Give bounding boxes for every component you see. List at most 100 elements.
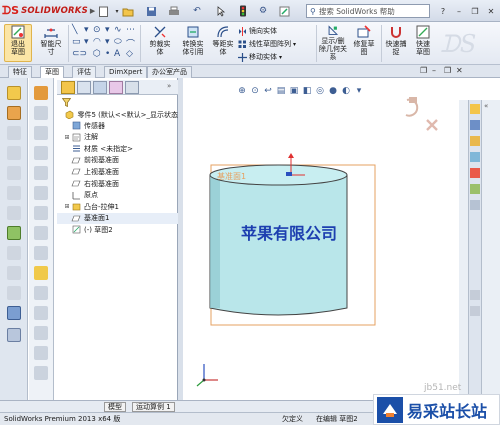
rib-icon[interactable] — [7, 226, 21, 240]
arc-icon[interactable] — [34, 146, 48, 160]
resources-icon[interactable] — [470, 104, 480, 114]
sketch-icon[interactable] — [34, 86, 48, 100]
tab-model[interactable]: 模型 — [104, 402, 126, 412]
dimxpert-tab-icon[interactable] — [109, 81, 123, 94]
polygon-tool-icon[interactable]: ⬡ — [93, 49, 101, 59]
mirror-entities-button[interactable]: 镜向实体 — [238, 26, 277, 36]
trim-icon[interactable] — [34, 286, 48, 300]
tree-item[interactable]: 上视基准面 — [57, 166, 178, 177]
shell-icon[interactable] — [7, 246, 21, 260]
convert-entities-button[interactable]: 转换实体引用 — [177, 25, 209, 61]
forum-icon[interactable] — [470, 200, 480, 210]
rectangle-tool-icon[interactable]: ▭ — [72, 37, 81, 47]
close-button[interactable]: ✕ — [484, 4, 498, 18]
spline-icon[interactable] — [34, 166, 48, 180]
arc-tool-icon[interactable]: ◠ — [93, 37, 101, 47]
tree-item[interactable]: (-) 草图2 — [57, 224, 178, 235]
design-library-icon[interactable] — [470, 120, 480, 130]
move-entities-button[interactable]: 移动实体 ▾ — [238, 52, 282, 62]
display-manager-tab-icon[interactable] — [125, 81, 139, 94]
view-palette-icon[interactable] — [470, 152, 480, 162]
tab-dimxpert[interactable]: DimXpert — [104, 66, 148, 78]
options-gear-icon[interactable]: ⚙ — [256, 4, 270, 18]
rectangle-icon[interactable] — [34, 186, 48, 200]
select-arrow-icon[interactable] — [214, 4, 228, 18]
scroll-up-icon[interactable] — [470, 290, 480, 300]
hole-icon[interactable] — [7, 286, 21, 300]
tree-item[interactable]: 传感器 — [57, 120, 178, 131]
line-tool-icon[interactable]: ╲ — [72, 25, 77, 35]
slot-tool-icon[interactable]: ⊂⊃ — [72, 49, 87, 59]
draft-icon[interactable] — [7, 266, 21, 280]
loft-icon[interactable] — [7, 146, 21, 160]
centerline-icon[interactable] — [34, 226, 48, 240]
point-tool-icon[interactable]: • — [105, 49, 110, 59]
smart-dimension-button[interactable]: 智能尺寸 — [36, 25, 66, 61]
mirror-feature-icon[interactable] — [7, 328, 21, 342]
sweep-icon[interactable] — [7, 126, 21, 140]
feature-tree-tab-icon[interactable] — [61, 81, 75, 94]
traffic-light-icon[interactable] — [236, 4, 250, 18]
tree-item[interactable]: ⊞ 注解 — [57, 132, 178, 143]
help-search-input[interactable]: ⚲ 搜索 SolidWorks 帮助 — [306, 4, 430, 18]
save-icon[interactable] — [144, 4, 158, 18]
rebuild-icon[interactable] — [277, 4, 291, 18]
text-icon[interactable] — [34, 266, 48, 280]
cut-icon[interactable] — [7, 166, 21, 180]
open-icon[interactable] — [121, 4, 135, 18]
custom-properties-icon[interactable] — [470, 184, 480, 194]
filter-row[interactable] — [57, 96, 178, 108]
tree-item[interactable]: 原点 — [57, 190, 178, 201]
expand-plus-icon[interactable]: ⊞ — [63, 203, 71, 210]
chamfer-icon[interactable] — [7, 206, 21, 220]
tree-item[interactable]: 右视基准面 — [57, 178, 178, 189]
close-icon[interactable]: ✕ — [456, 66, 463, 75]
plane-tool-icon[interactable]: ◇ — [126, 49, 133, 59]
tab-motion-study[interactable]: 运动算例 1 — [132, 402, 175, 412]
tab-evaluate[interactable]: 评估 — [72, 66, 96, 78]
tab-features[interactable]: 特征 — [8, 66, 32, 78]
restore-icon[interactable]: ❐ — [420, 66, 427, 75]
sketch-text[interactable]: 苹果有限公司 — [241, 224, 337, 243]
circle-icon[interactable] — [34, 126, 48, 140]
fillet-icon[interactable] — [7, 186, 21, 200]
minimize-button[interactable]: – — [452, 4, 466, 18]
revolve-icon[interactable] — [7, 106, 21, 120]
solidworks-logo[interactable]: ᗪS SOLIDWORKS ▶ — [2, 3, 95, 19]
tree-root[interactable]: 零件5 (默认<<默认>_显示状态 — [57, 109, 178, 120]
line-icon[interactable] — [34, 106, 48, 120]
new-document-icon[interactable] — [96, 4, 110, 18]
dropdown-arrow-icon[interactable]: ▾ — [105, 37, 110, 47]
print-icon[interactable] — [167, 4, 181, 18]
centerline-tool-icon[interactable]: ⋯ — [126, 25, 135, 35]
tab-office-products[interactable]: 办公室产品 — [147, 66, 192, 78]
text-tool-icon[interactable]: A — [114, 49, 120, 59]
tab-sketch[interactable]: 草图 — [40, 66, 64, 78]
tree-item[interactable]: ⊞ 凸台-拉伸1 — [57, 201, 178, 212]
dropdown-arrow-icon[interactable]: ▾ — [84, 37, 89, 47]
restore-button[interactable]: ❐ — [468, 4, 482, 18]
cancel-sketch-icon[interactable] — [426, 119, 438, 131]
dropdown-arrow-icon[interactable]: ▾ — [84, 25, 89, 35]
ellipse-tool-icon[interactable]: ⬭ — [114, 37, 122, 47]
dimension-icon[interactable] — [34, 326, 48, 340]
minimize-icon[interactable]: – — [432, 66, 436, 75]
property-manager-tab-icon[interactable] — [77, 81, 91, 94]
trim-entities-button[interactable]: 剪裁实体 — [144, 25, 176, 61]
chevron-right-icon[interactable]: » — [167, 82, 171, 90]
offset-icon[interactable] — [34, 306, 48, 320]
help-icon[interactable]: ? — [436, 4, 450, 18]
point-icon[interactable] — [34, 206, 48, 220]
restore-window-icon[interactable]: ❐ — [444, 66, 451, 75]
quick-snaps-button[interactable]: 快速捕捉 — [383, 25, 409, 61]
tree-item[interactable]: 材质 <未指定> — [57, 143, 178, 154]
collapse-pane-icon[interactable]: « — [484, 102, 488, 110]
snap-icon[interactable] — [34, 366, 48, 380]
linear-pattern-button[interactable]: 线性草图阵列 ▾ — [238, 39, 296, 49]
offset-entities-button[interactable]: 等距实体 — [207, 25, 239, 61]
repair-sketch-button[interactable]: 修复草图 — [350, 25, 378, 61]
file-explorer-icon[interactable] — [470, 136, 480, 146]
tree-item[interactable]: 前视基准面 — [57, 155, 178, 166]
relation-icon[interactable] — [34, 346, 48, 360]
polygon-icon[interactable] — [34, 246, 48, 260]
